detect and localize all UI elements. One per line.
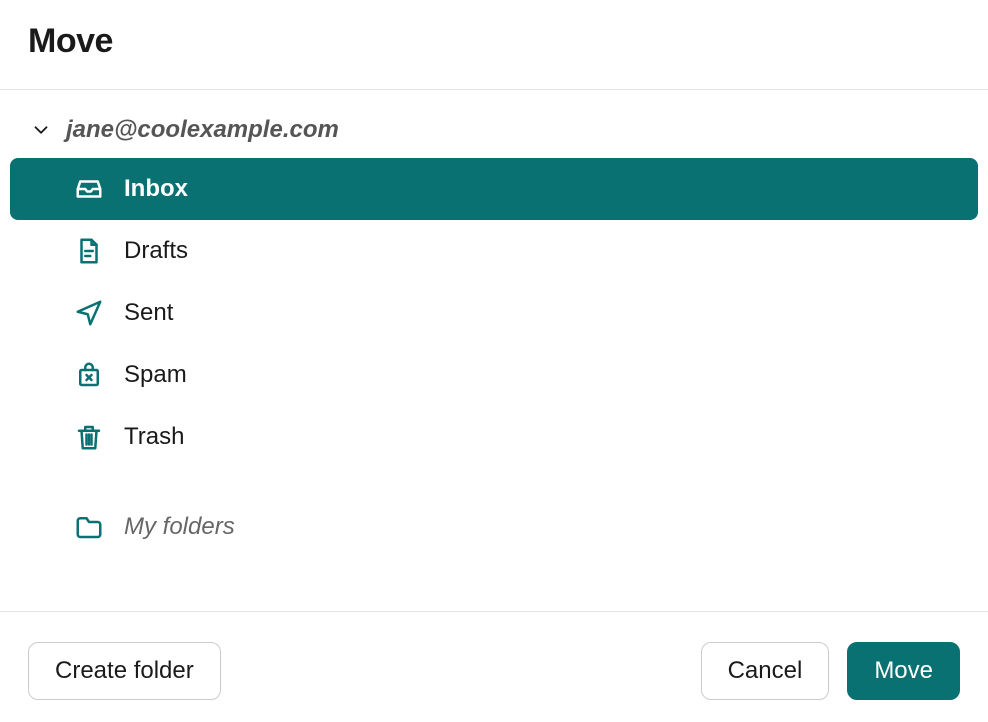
- footer-right: Cancel Move: [701, 642, 960, 700]
- drafts-icon: [74, 236, 104, 266]
- folder-label: Sent: [124, 299, 173, 327]
- chevron-down-icon: [30, 119, 52, 141]
- folder-label: Inbox: [124, 175, 188, 203]
- dialog-header: Move: [0, 0, 988, 89]
- move-button[interactable]: Move: [847, 642, 960, 700]
- folder-trash[interactable]: Trash: [10, 406, 978, 468]
- create-folder-button[interactable]: Create folder: [28, 642, 221, 700]
- folder-drafts[interactable]: Drafts: [10, 220, 978, 282]
- account-email: jane@coolexample.com: [66, 116, 339, 144]
- account-row[interactable]: jane@coolexample.com: [10, 110, 978, 158]
- trash-icon: [74, 422, 104, 452]
- my-folders-label: My folders: [124, 513, 235, 541]
- folder-sent[interactable]: Sent: [10, 282, 978, 344]
- dialog-title: Move: [28, 22, 960, 61]
- spam-icon: [74, 360, 104, 390]
- inbox-icon: [74, 174, 104, 204]
- cancel-button[interactable]: Cancel: [701, 642, 830, 700]
- folder-label: Spam: [124, 361, 187, 389]
- move-dialog: Move jane@coolexample.com Inbox Drafts: [0, 0, 988, 722]
- my-folders[interactable]: My folders: [10, 496, 978, 558]
- dialog-footer: Create folder Cancel Move: [0, 612, 988, 722]
- spacer: [10, 468, 978, 496]
- dialog-body: jane@coolexample.com Inbox Drafts Sent: [0, 90, 988, 611]
- sent-icon: [74, 298, 104, 328]
- folder-inbox[interactable]: Inbox: [10, 158, 978, 220]
- folder-spam[interactable]: Spam: [10, 344, 978, 406]
- folder-label: Trash: [124, 423, 184, 451]
- folder-label: Drafts: [124, 237, 188, 265]
- folder-list: Inbox Drafts Sent Spam: [10, 158, 978, 558]
- folder-icon: [74, 512, 104, 542]
